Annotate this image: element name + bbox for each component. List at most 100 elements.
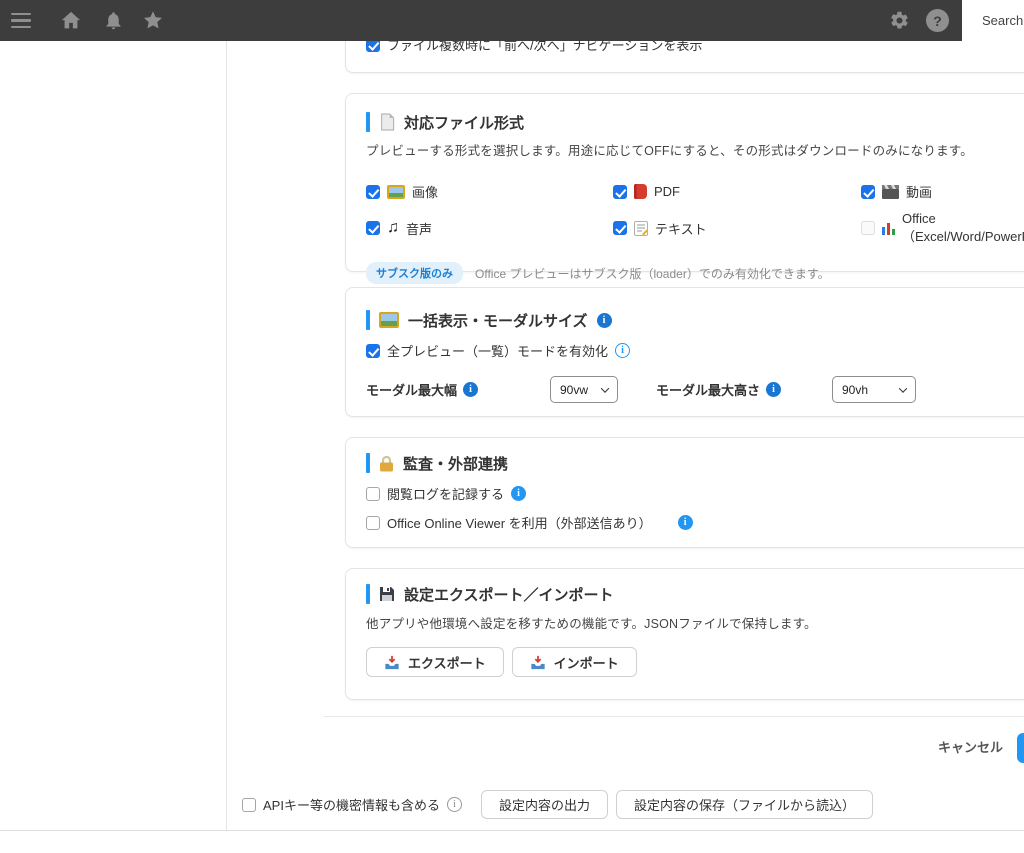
export-button-label: エクスポート xyxy=(408,655,486,671)
image-icon xyxy=(387,184,405,199)
modal-max-height-select[interactable]: 90vh xyxy=(832,376,916,403)
format-pdf-checkbox[interactable] xyxy=(613,184,627,199)
modal-max-height-value: 90vh xyxy=(842,382,869,397)
text-memo-icon xyxy=(634,220,648,236)
hamburger-menu-icon[interactable] xyxy=(10,10,32,32)
modal-max-height-labelgroup: モーダル最大高さ xyxy=(656,380,832,399)
chevron-down-icon xyxy=(600,383,610,393)
settings-save-from-file-label: 設定内容の保存（ファイルから読込） xyxy=(633,798,855,813)
format-video-row[interactable]: 動画 xyxy=(861,182,1024,201)
export-import-card: 設定エクスポート／インポート 他アプリや他環境へ設定を移すための機能です。JSO… xyxy=(345,568,1024,700)
office-online-viewer-label: Office Online Viewer を利用（外部送信あり） xyxy=(387,516,652,531)
save-button[interactable] xyxy=(1017,733,1024,763)
pdf-icon xyxy=(634,184,647,199)
inbox-tray-icon xyxy=(530,655,546,670)
format-video-label: 動画 xyxy=(906,185,933,200)
modal-size-controls: モーダル最大幅 90vw モーダル最大高さ 90vh xyxy=(366,376,1024,403)
search-box xyxy=(962,0,1024,41)
audit-card: 監査・外部連携 閲覧ログを記録する Office Online Viewer を… xyxy=(345,437,1024,548)
video-clapper-icon xyxy=(882,184,899,199)
settings-output-label: 設定内容の出力 xyxy=(498,798,590,813)
format-audio-label: 音声 xyxy=(406,221,433,237)
document-page-icon xyxy=(379,113,395,131)
api-secret-label: APIキー等の機密情報も含める xyxy=(263,798,440,813)
format-video-checkbox[interactable] xyxy=(861,184,875,199)
format-pdf-row[interactable]: PDF xyxy=(613,182,861,201)
all-preview-checkbox[interactable] xyxy=(366,343,380,358)
view-log-checkbox[interactable] xyxy=(366,486,380,501)
file-formats-title: 対応ファイル形式 xyxy=(404,114,525,132)
format-text-row[interactable]: テキスト xyxy=(613,211,861,245)
settings-io-row: APIキー等の機密情報も含める 設定内容の出力 設定内容の保存（ファイルから読込… xyxy=(242,790,873,819)
settings-gear-icon[interactable] xyxy=(888,10,910,32)
audit-title: 監査・外部連携 xyxy=(403,455,509,473)
info-icon[interactable] xyxy=(677,515,693,530)
info-icon[interactable] xyxy=(463,382,479,397)
modal-max-height-label: モーダル最大高さ xyxy=(656,383,761,398)
format-office-checkbox[interactable] xyxy=(861,221,875,235)
info-icon[interactable] xyxy=(766,382,782,397)
modal-size-heading: 一括表示・モーダルサイズ xyxy=(366,310,1024,330)
format-office-row[interactable]: Office（Excel/Word/PowerPoint） xyxy=(861,211,1024,245)
file-formats-grid: 画像 PDF 動画 ♫ 音声 テキスト Office（Excel/Word/Po… xyxy=(366,182,1024,245)
audio-note-icon: ♫ xyxy=(387,219,399,236)
import-button-label: インポート xyxy=(553,655,619,671)
info-icon[interactable] xyxy=(615,343,631,358)
export-import-heading: 設定エクスポート／インポート xyxy=(366,584,1024,604)
view-log-label: 閲覧ログを記録する xyxy=(387,487,505,502)
modal-max-width-select[interactable]: 90vw xyxy=(550,376,618,403)
format-audio-row[interactable]: ♫ 音声 xyxy=(366,211,613,245)
modal-size-card: 一括表示・モーダルサイズ 全プレビュー（一覧）モードを有効化 モーダル最大幅 9… xyxy=(345,287,1024,417)
help-icon[interactable]: ? xyxy=(926,9,949,32)
floppy-disk-icon xyxy=(379,586,395,602)
file-formats-card: 対応ファイル形式 プレビューする形式を選択します。用途に応じてOFFにすると、そ… xyxy=(345,93,1024,284)
top-app-bar: ? xyxy=(0,0,1024,41)
content-bottom-divider xyxy=(0,830,1024,831)
file-formats-description: プレビューする形式を選択します。用途に応じてOFFにすると、その形式はダウンロー… xyxy=(366,144,973,158)
home-icon[interactable] xyxy=(60,10,82,32)
export-import-description: 他アプリや他環境へ設定を移すための機能です。JSONファイルで保持します。 xyxy=(366,617,817,631)
modal-size-title: 一括表示・モーダルサイズ xyxy=(408,312,588,330)
format-image-label: 画像 xyxy=(412,185,439,200)
modal-max-width-value: 90vw xyxy=(560,382,589,397)
chevron-down-icon xyxy=(898,383,908,393)
info-icon[interactable] xyxy=(446,797,462,812)
api-secret-checkbox[interactable] xyxy=(242,797,256,812)
export-import-title: 設定エクスポート／インポート xyxy=(404,586,614,604)
notification-bell-icon[interactable] xyxy=(102,10,124,32)
format-text-checkbox[interactable] xyxy=(613,221,627,235)
settings-output-button[interactable]: 設定内容の出力 xyxy=(480,790,608,819)
section-accent-bar xyxy=(366,112,370,132)
export-button[interactable]: エクスポート xyxy=(366,647,504,677)
modal-max-width-label: モーダル最大幅 xyxy=(366,383,458,398)
all-preview-checkbox-row[interactable]: 全プレビュー（一覧）モードを有効化 xyxy=(366,341,1024,360)
import-button[interactable]: インポート xyxy=(511,647,637,677)
format-text-label: テキスト xyxy=(655,221,707,237)
section-accent-bar xyxy=(366,584,370,604)
subscription-note-row: サブスク版のみ Office プレビューはサブスク版（loader）でのみ有効化… xyxy=(366,262,1024,284)
format-office-label: Office（Excel/Word/PowerPoint） xyxy=(902,211,1024,244)
section-accent-bar xyxy=(366,310,370,330)
search-input[interactable] xyxy=(962,13,1024,28)
info-icon[interactable] xyxy=(511,486,527,501)
left-panel-divider xyxy=(226,41,227,830)
inbox-tray-icon xyxy=(384,655,400,670)
format-audio-checkbox[interactable] xyxy=(366,221,380,235)
audit-heading: 監査・外部連携 xyxy=(366,453,1024,473)
settings-save-from-file-button[interactable]: 設定内容の保存（ファイルから読込） xyxy=(615,790,873,819)
office-online-viewer-checkbox-row[interactable]: Office Online Viewer を利用（外部送信あり） xyxy=(366,513,1024,532)
subscription-note: Office プレビューはサブスク版（loader）でのみ有効化できます。 xyxy=(475,266,830,281)
office-online-viewer-checkbox[interactable] xyxy=(366,515,380,530)
modal-max-width-labelgroup: モーダル最大幅 xyxy=(366,380,550,399)
format-pdf-label: PDF xyxy=(654,184,680,199)
format-image-checkbox[interactable] xyxy=(366,184,380,199)
view-log-checkbox-row[interactable]: 閲覧ログを記録する xyxy=(366,484,1024,503)
export-import-buttons: エクスポート インポート xyxy=(366,647,1024,677)
info-icon[interactable] xyxy=(596,312,612,328)
api-secret-checkbox-row[interactable]: APIキー等の機密情報も含める xyxy=(242,795,462,814)
image-icon xyxy=(379,312,399,328)
format-image-row[interactable]: 画像 xyxy=(366,182,613,201)
cancel-button[interactable]: キャンセル xyxy=(938,737,1003,756)
favorite-star-icon[interactable] xyxy=(142,10,164,32)
lock-icon xyxy=(379,455,394,472)
